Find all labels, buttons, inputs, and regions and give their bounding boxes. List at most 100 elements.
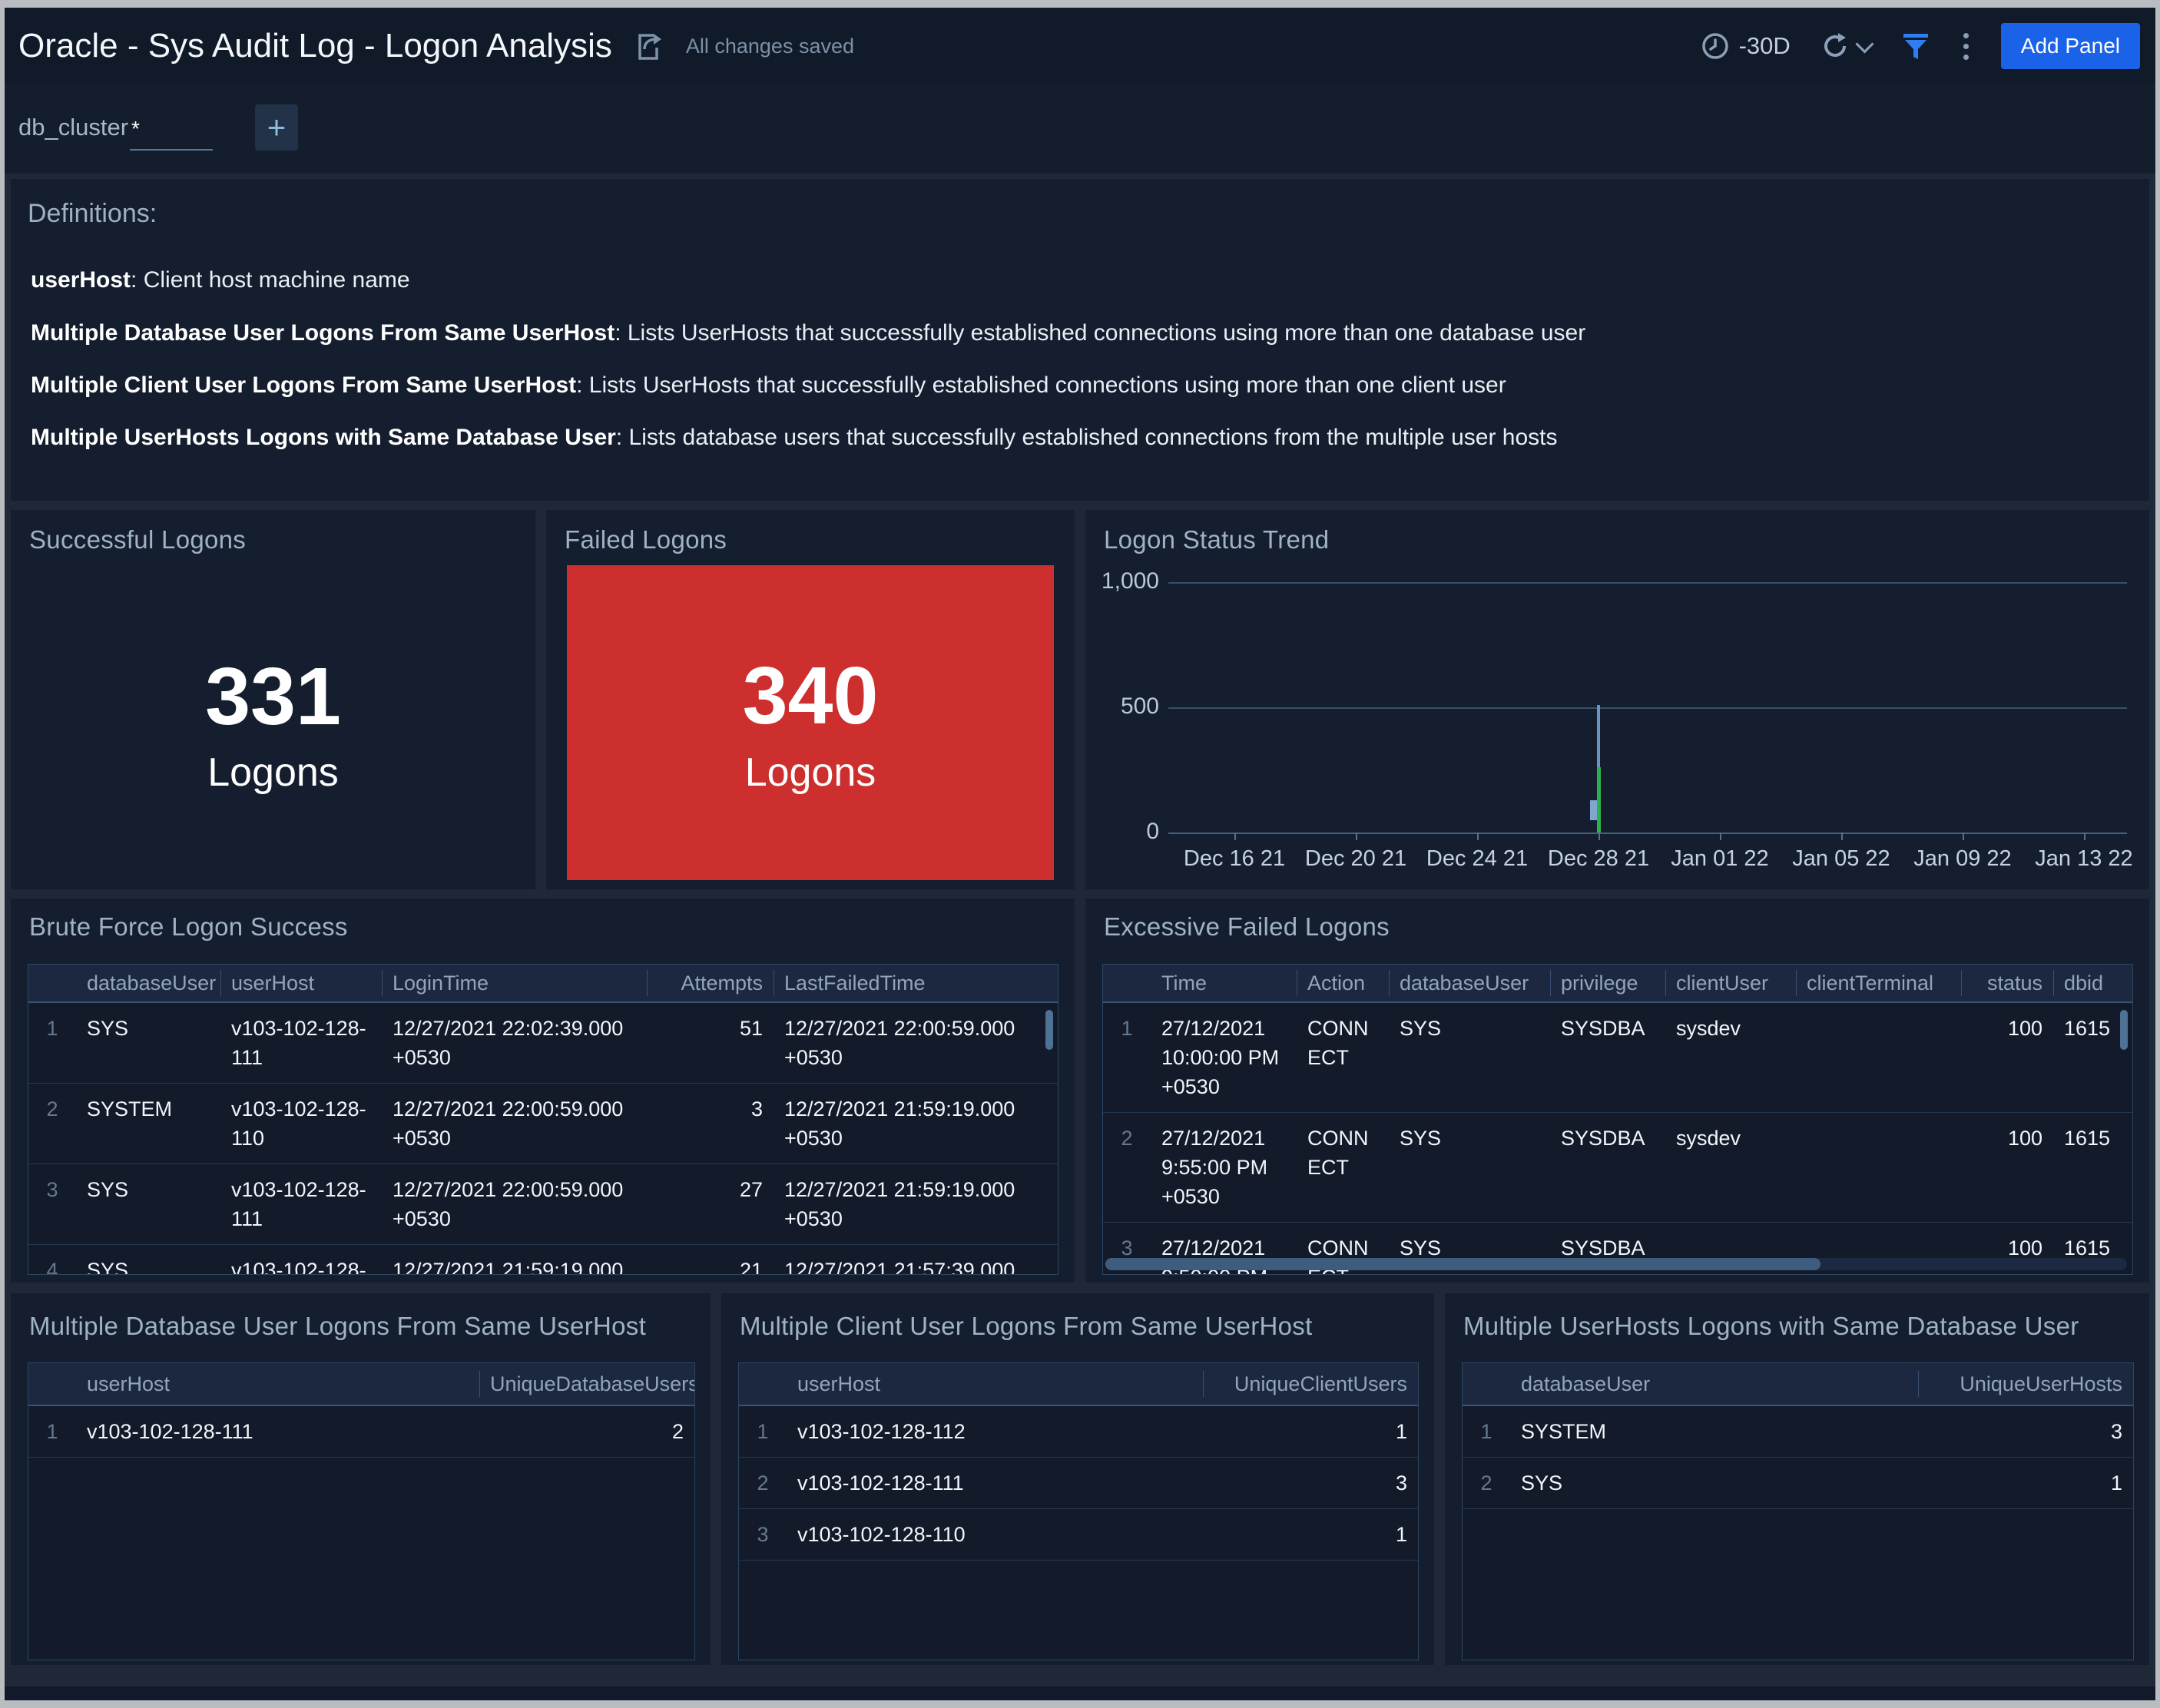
table-cell: 51 [647, 1003, 774, 1054]
table-cell: SYS [76, 1003, 220, 1054]
table-cell: 12/27/2021 21:59:19.000 +0530 [774, 1084, 1058, 1163]
chart-gridline [1168, 582, 2127, 584]
column-header[interactable]: Action [1297, 968, 1389, 998]
kebab-menu-icon[interactable] [1960, 30, 1972, 63]
table-cell [1665, 1223, 1796, 1244]
table-cell: 12/27/2021 22:00:59.000 +0530 [382, 1084, 647, 1163]
table-row: 1v103-102-128-1112 [28, 1406, 694, 1458]
excessive-failed-panel: Excessive Failed Logons TimeActiondataba… [1085, 899, 2149, 1283]
table-cell: v103-102-128-110 [220, 1084, 382, 1163]
definitions-heading: Definitions: [28, 199, 157, 229]
table-cell: 12/27/2021 21:59:19.000 +0530 [382, 1245, 647, 1275]
add-panel-button[interactable]: Add Panel [2001, 23, 2140, 69]
filter-icon[interactable] [1900, 31, 1931, 61]
x-axis-tick-label: Dec 16 21 [1169, 846, 1300, 872]
table-row: 1SYSv103-102-128-11112/27/2021 22:02:39.… [28, 1003, 1058, 1084]
logon-trend-chart: 05001,000Dec 16 21Dec 20 21Dec 24 21Dec … [1085, 510, 2149, 889]
column-header[interactable]: clientTerminal [1796, 968, 1961, 998]
bottom-strip [5, 1686, 2155, 1700]
multi-client-user-panel: Multiple Client User Logons From Same Us… [721, 1293, 1434, 1665]
table-cell: v103-102-128-111 [76, 1406, 479, 1457]
column-header[interactable]: UniqueUserHosts [1918, 1369, 2133, 1399]
chart-minor-spike [1590, 800, 1597, 820]
panel-title: Multiple Client User Logons From Same Us… [740, 1312, 1313, 1341]
table-cell: 12/27/2021 22:02:39.000 +0530 [382, 1003, 647, 1083]
table-row: 3v103-102-128-1101 [739, 1509, 1418, 1561]
x-axis-tick-label: Jan 13 22 [2019, 846, 2149, 872]
table-cell [1796, 1223, 1961, 1244]
column-header[interactable]: dbid [2053, 968, 2132, 998]
x-axis-tick-label: Dec 28 21 [1533, 846, 1664, 872]
vertical-scrollbar[interactable] [1045, 1010, 1053, 1050]
column-header[interactable]: Time [1151, 968, 1297, 998]
column-header[interactable]: databaseUser [76, 968, 220, 998]
column-header[interactable]: LastFailedTime [774, 968, 1058, 998]
row-number: 2 [739, 1458, 787, 1508]
share-export-icon[interactable] [634, 29, 664, 63]
column-header[interactable]: UniqueDatabaseUsers [479, 1369, 694, 1399]
table-cell: SYS [76, 1245, 220, 1275]
table-row: 2v103-102-128-1113 [739, 1458, 1418, 1509]
column-header[interactable]: UniqueClientUsers [1203, 1369, 1418, 1399]
time-range-control[interactable]: -30D [1701, 31, 1791, 61]
column-header[interactable]: privilege [1550, 968, 1665, 998]
table-cell [1796, 1003, 1961, 1024]
row-number: 1 [28, 1406, 76, 1457]
autosave-status: All changes saved [686, 35, 854, 58]
row-number: 1 [1103, 1003, 1151, 1054]
row-number: 4 [28, 1245, 76, 1275]
row-number: 3 [739, 1509, 787, 1560]
x-axis-tick [1356, 832, 1357, 840]
x-axis-tick [1841, 832, 1843, 840]
filter-variable-input[interactable] [130, 109, 213, 151]
horizontal-scrollbar[interactable] [1105, 1258, 2127, 1270]
definition-item: Multiple UserHosts Logons with Same Data… [31, 425, 1557, 451]
definition-item: Multiple Client User Logons From Same Us… [31, 372, 1506, 399]
x-axis-tick-label: Dec 20 21 [1290, 846, 1421, 872]
table-cell: 1615 [2053, 1113, 2132, 1163]
table-cell: v103-102-128-112 [787, 1406, 1203, 1457]
row-number: 1 [739, 1406, 787, 1457]
row-number: 2 [1103, 1113, 1151, 1163]
chart-spike-success-spike-green [1597, 767, 1601, 832]
multi-db-user-panel: Multiple Database User Logons From Same … [11, 1293, 711, 1665]
table-cell: sysdev [1665, 1113, 1796, 1163]
table-cell: CONNECT [1297, 1113, 1389, 1193]
table-cell: 1 [1203, 1509, 1418, 1560]
multi-userhosts-table: databaseUserUniqueUserHosts1SYSTEM32SYS1 [1462, 1362, 2134, 1660]
column-header[interactable]: databaseUser [1389, 968, 1550, 998]
table-cell: v103-102-128-111 [220, 1003, 382, 1083]
column-header[interactable]: userHost [220, 968, 382, 998]
table-cell: SYSDBA [1550, 1113, 1665, 1163]
clock-icon [1701, 31, 1730, 61]
refresh-control[interactable] [1820, 31, 1871, 61]
y-axis-tick-label: 0 [1085, 819, 1159, 845]
column-header[interactable]: clientUser [1665, 968, 1796, 998]
add-variable-button[interactable]: + [255, 104, 298, 151]
successful-logons-panel: Successful Logons 331 Logons [11, 510, 535, 889]
vertical-scrollbar[interactable] [2120, 1010, 2128, 1050]
column-header[interactable]: status [1961, 968, 2053, 998]
column-header[interactable]: Attempts [647, 968, 774, 998]
table-cell: SYSDBA [1550, 1003, 1665, 1054]
table-cell: SYS [1389, 1113, 1550, 1163]
horizontal-scrollbar-thumb[interactable] [1105, 1258, 1820, 1270]
column-header[interactable]: databaseUser [1510, 1369, 1918, 1399]
excessive-failed-table: TimeActiondatabaseUserprivilegeclientUse… [1102, 964, 2133, 1275]
table-cell: 100 [1961, 1003, 2053, 1054]
table-cell: v103-102-128-111 [220, 1164, 382, 1244]
column-header[interactable]: LoginTime [382, 968, 647, 998]
column-header[interactable]: userHost [76, 1369, 479, 1399]
failed-logons-alert-box: 340 Logons [567, 565, 1054, 880]
table-cell: 12/27/2021 21:57:39.000 +0530 [774, 1245, 1058, 1275]
definition-item: userHost: Client host machine name [31, 267, 410, 293]
table-row: 1SYSTEM3 [1463, 1406, 2133, 1458]
table-cell: SYSTEM [76, 1084, 220, 1134]
table-row: 3SYSv103-102-128-11112/27/2021 22:00:59.… [28, 1164, 1058, 1245]
successful-logons-value: 331 [11, 650, 535, 743]
panel-title: Excessive Failed Logons [1104, 912, 1390, 942]
table-row: 1v103-102-128-1121 [739, 1406, 1418, 1458]
row-number: 1 [1463, 1406, 1510, 1457]
column-header[interactable]: userHost [787, 1369, 1203, 1399]
table-row: 2SYSTEMv103-102-128-11012/27/2021 22:00:… [28, 1084, 1058, 1164]
